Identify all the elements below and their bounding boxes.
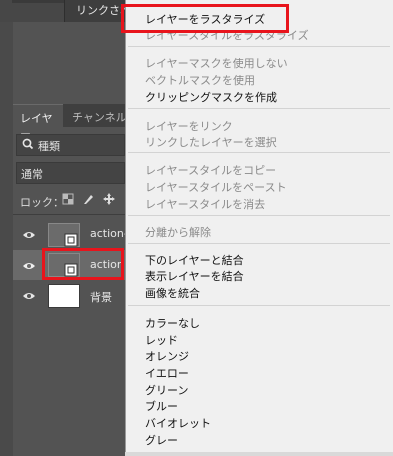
menu-separator: [128, 46, 390, 47]
menu-item-use-vector-mask[interactable]: ベクトルマスクを使用: [145, 72, 255, 88]
menu-item-color-orange[interactable]: オレンジ: [145, 348, 189, 364]
menu-separator: [128, 108, 390, 109]
search-icon: [22, 138, 34, 150]
menu-item-color-none[interactable]: カラーなし: [145, 315, 200, 331]
menu-item-color-red[interactable]: レッド: [145, 332, 178, 348]
tab-channels[interactable]: チャンネル: [72, 109, 127, 125]
menu-item-color-blue[interactable]: ブルー: [145, 398, 178, 414]
menu-item-release-isolation[interactable]: 分離から解除: [145, 224, 211, 240]
menu-item-color-violet[interactable]: バイオレット: [145, 415, 211, 431]
lock-position-icon[interactable]: [103, 193, 115, 205]
menu-separator: [128, 305, 390, 306]
menu-item-create-clipping-mask[interactable]: クリッピングマスクを作成: [145, 89, 277, 105]
panel-gutter: [0, 22, 13, 456]
layer-filter-value: 種類: [38, 140, 60, 153]
menu-item-select-linked-layers[interactable]: リンクしたレイヤーを選択: [145, 134, 277, 150]
menu-separator: [128, 152, 390, 153]
panel-divider: [13, 214, 125, 215]
lock-label: ロック：: [20, 196, 64, 209]
smart-object-icon: [64, 233, 78, 247]
menu-item-color-gray[interactable]: グレー: [145, 432, 178, 448]
menu-item-color-green[interactable]: グリーン: [145, 382, 188, 398]
menu-separator: [128, 243, 390, 244]
menu-item-paste-layer-style[interactable]: レイヤースタイルをペースト: [145, 179, 287, 195]
tab-layers[interactable]: レイヤー: [13, 104, 63, 141]
lock-image-pixels-icon[interactable]: [82, 193, 94, 205]
eye-icon[interactable]: [22, 291, 36, 301]
menu-item-clear-layer-style[interactable]: レイヤースタイルを消去: [145, 196, 265, 212]
menu-item-flatten-image[interactable]: 画像を統合: [145, 285, 200, 301]
menu-item-disable-layer-mask[interactable]: レイヤーマスクを使用しない: [145, 55, 288, 71]
menu-item-merge-down[interactable]: 下のレイヤーと結合: [145, 252, 244, 268]
menu-separator: [128, 215, 390, 216]
highlight-box-layer: [42, 248, 124, 280]
menu-item-copy-layer-style[interactable]: レイヤースタイルをコピー: [145, 162, 276, 178]
eye-icon[interactable]: [22, 230, 36, 240]
menu-item-color-yellow[interactable]: イエロー: [145, 365, 189, 381]
blend-mode-value: 通常: [21, 168, 43, 181]
background-thumbnail: [48, 284, 80, 308]
menu-item-link-layers[interactable]: レイヤーをリンク: [145, 118, 233, 134]
eye-icon[interactable]: [22, 261, 36, 271]
menu-item-merge-visible[interactable]: 表示レイヤーを結合: [145, 268, 244, 284]
layer-name: 背景: [90, 291, 112, 304]
highlight-box-menu: [121, 4, 289, 33]
lock-transparent-pixels-icon[interactable]: [62, 193, 74, 205]
layer-name: action-: [90, 227, 128, 240]
menu-bottom-edge: [125, 452, 393, 456]
